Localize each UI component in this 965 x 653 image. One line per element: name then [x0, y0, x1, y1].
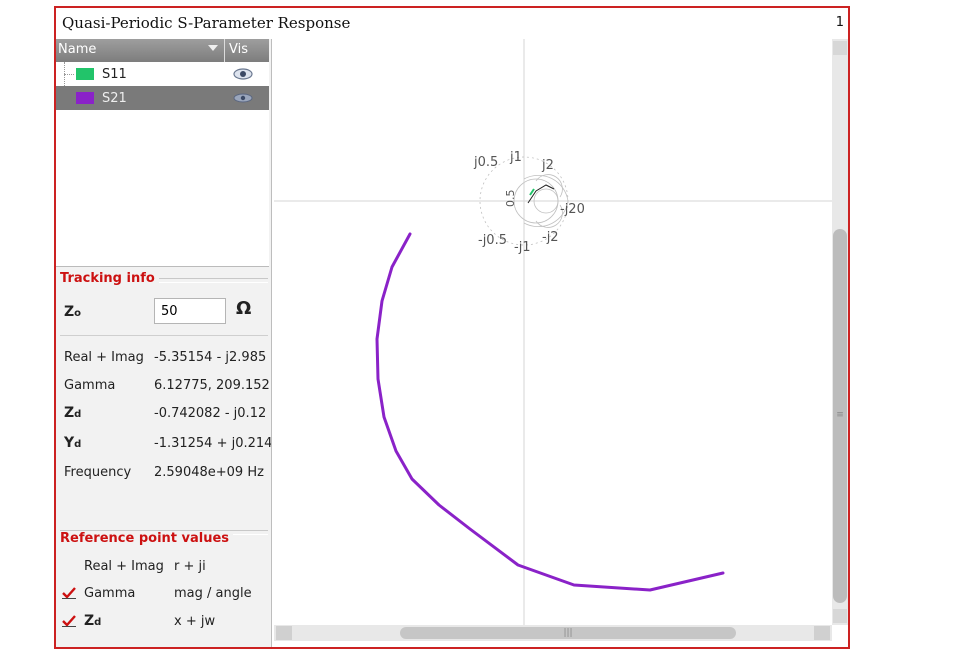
visibility-eye-icon[interactable]: [232, 67, 254, 81]
ref-real-imag-label[interactable]: Real + Imag: [84, 559, 164, 574]
s21-trace: [375, 232, 725, 592]
yd-label: Yd: [64, 435, 82, 451]
ref-gamma-label[interactable]: Gamma: [84, 586, 135, 601]
real-imag-value: -5.35154 - j2.985: [154, 350, 267, 365]
thumb-grip-icon: |||: [563, 628, 573, 638]
column-name-header[interactable]: Name: [58, 42, 96, 57]
horizontal-scrollbar[interactable]: |||: [274, 625, 832, 641]
ref-zd-format: x + jw: [174, 614, 216, 629]
zo-label: Zo: [64, 304, 82, 320]
ref-gamma-format: mag / angle: [174, 586, 252, 601]
gamma-value: 6.12775, 209.152: [154, 378, 270, 393]
zo-impedance-input[interactable]: [154, 298, 226, 324]
scroll-up-arrow-icon[interactable]: [833, 41, 847, 55]
s11-trace: [527, 184, 555, 204]
vertical-scroll-thumb[interactable]: ≡: [833, 229, 847, 603]
trace-tree: Name Vis S11 S21: [56, 39, 269, 267]
smith-label-bottom-a: -j0.5: [478, 233, 507, 248]
zd-checkbox-checked-icon[interactable]: [62, 615, 76, 627]
gamma-label: Gamma: [64, 378, 116, 393]
tree-header: Name Vis: [56, 39, 269, 62]
scroll-down-arrow-icon[interactable]: [833, 609, 847, 623]
ref-zd-label[interactable]: Zd: [84, 613, 101, 629]
tracking-info-title: Tracking info: [60, 271, 159, 286]
smith-chart-plot[interactable]: j0.5 j1 j2 -j20 -j0.5 -j1 -j2 0.5: [274, 39, 832, 625]
left-panel: Name Vis S11 S21 Tracking info Zo 50 Ω R…: [56, 39, 272, 647]
thumb-grip-icon: ≡: [836, 410, 844, 420]
scroll-left-arrow-icon[interactable]: [276, 626, 292, 640]
smith-label-center: 0.5: [504, 190, 517, 208]
smith-label-right: -j20: [560, 202, 585, 217]
ref-real-imag-format: r + ji: [174, 559, 206, 574]
tree-row-s11[interactable]: S11: [56, 62, 269, 86]
frequency-label: Frequency: [64, 465, 132, 480]
scroll-right-arrow-icon[interactable]: [814, 626, 830, 640]
smith-chart-canvas[interactable]: j0.5 j1 j2 -j20 -j0.5 -j1 -j2 0.5: [274, 39, 832, 625]
reference-point-title: Reference point values: [60, 531, 234, 546]
zd-label: Zd: [64, 405, 82, 421]
horizontal-scroll-thumb[interactable]: |||: [400, 627, 736, 639]
vertical-scrollbar[interactable]: ≡: [832, 39, 848, 625]
real-imag-label: Real + Imag: [64, 350, 144, 365]
section-divider: [60, 335, 268, 336]
window-title: Quasi-Periodic S-Parameter Response: [62, 14, 351, 32]
smith-label-top-b: j1: [509, 150, 522, 165]
tree-row-s21[interactable]: S21: [56, 86, 269, 110]
gamma-checkbox-checked-icon[interactable]: [62, 587, 76, 599]
smith-label-bottom-b: -j1: [514, 240, 531, 255]
smith-label-top-c: j2: [541, 158, 554, 173]
column-divider[interactable]: [224, 39, 225, 62]
tree-row-label: S21: [102, 91, 127, 106]
ohm-unit-label: Ω: [236, 298, 252, 319]
s21-color-swatch: [76, 92, 94, 104]
sort-arrow-icon[interactable]: [208, 45, 218, 51]
plot-window: Quasi-Periodic S-Parameter Response 1 Na…: [54, 6, 850, 649]
column-vis-header[interactable]: Vis: [229, 42, 248, 57]
frequency-value: 2.59048e+09 Hz: [154, 465, 264, 480]
zd-value: -0.742082 - j0.12: [154, 406, 267, 421]
window-number: 1: [835, 15, 844, 30]
visibility-eye-icon[interactable]: [232, 91, 254, 105]
smith-label-top-a: j0.5: [473, 155, 498, 170]
yd-value: -1.31254 + j0.214: [154, 436, 272, 451]
tree-row-label: S11: [102, 67, 127, 82]
smith-label-bottom-c: -j2: [542, 230, 559, 245]
s11-color-swatch: [76, 68, 94, 80]
